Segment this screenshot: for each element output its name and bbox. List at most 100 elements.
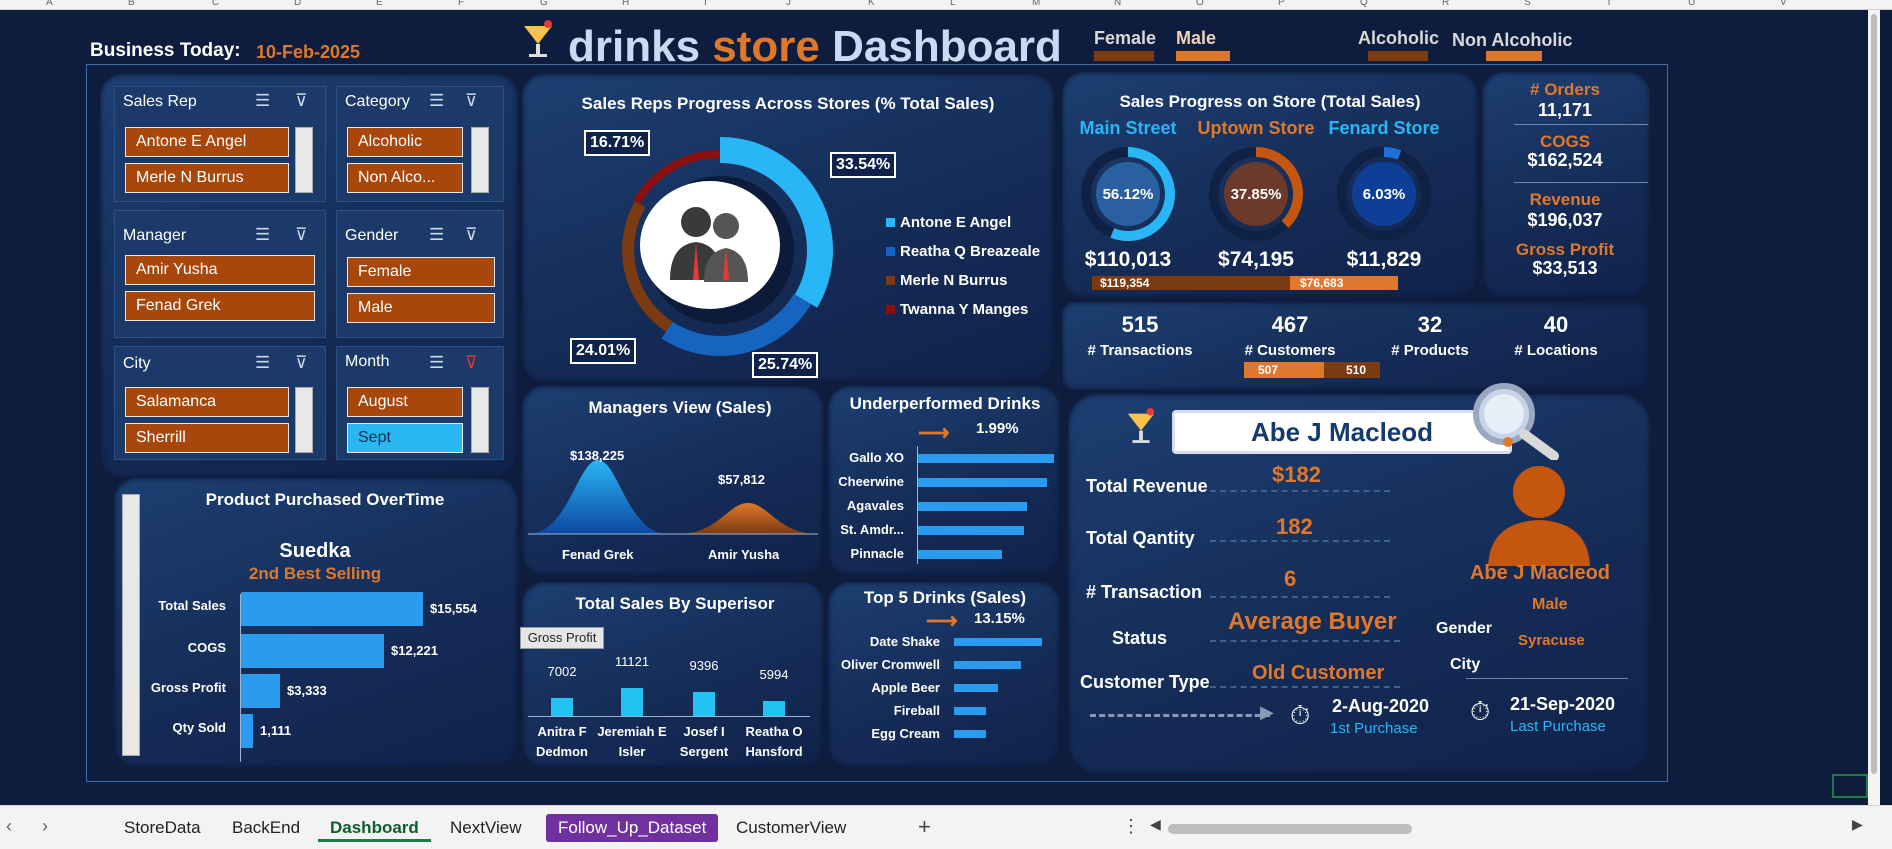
- slicer-gender[interactable]: Gender ☰ ⊽ Female Male: [336, 210, 504, 338]
- total-quantity-label: Total Qantity: [1086, 528, 1195, 548]
- slicer-category[interactable]: Category ☰ ⊽ Alcoholic Non Alco...: [336, 86, 504, 202]
- tab-storedata[interactable]: StoreData: [112, 814, 213, 842]
- legend-swatch: [886, 305, 895, 314]
- column-letter[interactable]: S: [1524, 0, 1531, 8]
- slicer-sales-rep[interactable]: Sales Rep ☰ ⊽ Antone E Angel Merle N Bur…: [114, 86, 326, 202]
- column-letter[interactable]: E: [376, 0, 383, 8]
- cogs-value: $162,524: [1527, 150, 1603, 170]
- slicer-item[interactable]: Merle N Burrus: [125, 163, 289, 193]
- store-pct: 6.03%: [1362, 186, 1406, 203]
- clear-filter-icon[interactable]: ⊽: [465, 353, 477, 373]
- slicer-item[interactable]: Male: [347, 293, 495, 323]
- slicer-item[interactable]: Fenad Grek: [125, 291, 315, 321]
- column-letter[interactable]: T: [1606, 0, 1612, 8]
- superior-title: Total Sales By Superisor: [575, 594, 775, 613]
- slicer-manager[interactable]: Manager ☰ ⊽ Amir Yusha Fenad Grek: [114, 210, 326, 338]
- store-value: $74,195: [1218, 248, 1294, 271]
- prev-sheet-icon[interactable]: ‹: [6, 816, 12, 837]
- legend-female: Female: [1094, 28, 1156, 64]
- scroll-thumb[interactable]: [1871, 14, 1877, 774]
- column-letter[interactable]: Q: [1360, 0, 1368, 8]
- column-letter[interactable]: G: [540, 0, 548, 8]
- column-letter[interactable]: B: [128, 0, 135, 8]
- column-letter[interactable]: F: [458, 0, 464, 8]
- multi-select-icon[interactable]: ☰: [255, 225, 270, 245]
- slicer-item[interactable]: Salamanca: [125, 387, 289, 417]
- top5-pct: 13.15%: [974, 610, 1025, 627]
- dashed-line: [1210, 686, 1400, 688]
- gross-profit-button[interactable]: Gross Profit: [520, 627, 604, 649]
- slicer-item-selected[interactable]: Sept: [347, 423, 463, 453]
- transactions-label: # Transactions: [1087, 342, 1193, 359]
- locations-label: # Locations: [1514, 342, 1598, 359]
- bar: [918, 526, 1025, 535]
- slicer-city[interactable]: City ☰ ⊽ Salamanca Sherrill: [114, 346, 326, 460]
- column-letter[interactable]: U: [1688, 0, 1695, 8]
- slicer-item[interactable]: August: [347, 387, 463, 417]
- column-letter[interactable]: I: [704, 0, 707, 8]
- store-bar-value: $76,683: [1300, 276, 1344, 290]
- slicer-month[interactable]: Month ☰ ⊽ August Sept: [336, 346, 504, 460]
- tab-customerview[interactable]: CustomerView: [724, 814, 858, 842]
- bar-value: $15,554: [430, 601, 477, 616]
- clear-filter-icon[interactable]: ⊽: [465, 225, 477, 245]
- tab-backend[interactable]: BackEnd: [220, 814, 312, 842]
- column-letter[interactable]: P: [1278, 0, 1285, 8]
- slicer-item[interactable]: Sherrill: [125, 423, 289, 453]
- column-letter[interactable]: V: [1780, 0, 1787, 8]
- customer-search-input[interactable]: Abe J Macleod: [1172, 410, 1512, 454]
- slicer-scrollbar[interactable]: [295, 387, 313, 453]
- multi-select-icon[interactable]: ☰: [255, 353, 270, 373]
- slicer-scrollbar[interactable]: [471, 127, 489, 193]
- column-letter[interactable]: R: [1442, 0, 1449, 8]
- city-label: City: [1450, 656, 1481, 673]
- slicer-item[interactable]: Female: [347, 257, 495, 287]
- tab-nextview[interactable]: NextView: [438, 814, 534, 842]
- tab-dashboard[interactable]: Dashboard: [318, 814, 431, 842]
- selected-cell[interactable]: [1832, 774, 1868, 798]
- column-letter[interactable]: O: [1196, 0, 1204, 8]
- slicer-scrollbar[interactable]: [295, 127, 313, 193]
- column-letter[interactable]: H: [622, 0, 629, 8]
- column-letter[interactable]: C: [212, 0, 219, 8]
- horizontal-scrollbar[interactable]: [1168, 824, 1412, 834]
- slicer-item[interactable]: Non Alco...: [347, 163, 463, 193]
- product-scrollbar[interactable]: [122, 494, 140, 756]
- scroll-right-icon[interactable]: ▶: [1852, 816, 1863, 833]
- column-letter[interactable]: J: [786, 0, 791, 8]
- bar-label: Hansford: [745, 744, 803, 759]
- multi-select-icon[interactable]: ☰: [429, 225, 444, 245]
- column-letter[interactable]: M: [1032, 0, 1040, 8]
- clear-filter-icon[interactable]: ⊽: [465, 91, 477, 111]
- scroll-left-icon[interactable]: ◀: [1150, 816, 1161, 833]
- vertical-scrollbar[interactable]: [1868, 10, 1880, 805]
- slicer-item[interactable]: Amir Yusha: [125, 255, 315, 285]
- donut-label: 25.74%: [752, 352, 819, 378]
- business-today-label: Business Today:: [90, 40, 241, 61]
- next-sheet-icon[interactable]: ›: [42, 816, 48, 837]
- bar: [241, 714, 253, 748]
- title-part-drinks: drinks: [568, 22, 701, 71]
- column-letter[interactable]: L: [950, 0, 956, 8]
- donut-label: 16.71%: [584, 130, 651, 156]
- tab-follow-up-dataset[interactable]: Follow_Up_Dataset: [546, 814, 719, 842]
- multi-select-icon[interactable]: ☰: [255, 91, 270, 111]
- clear-filter-icon[interactable]: ⊽: [295, 225, 307, 245]
- more-options-icon[interactable]: ⋮: [1122, 816, 1140, 837]
- add-sheet-icon[interactable]: +: [918, 814, 931, 840]
- column-letter[interactable]: D: [294, 0, 301, 8]
- search-magnifier-icon[interactable]: [1466, 380, 1562, 461]
- slicer-item[interactable]: Alcoholic: [347, 127, 463, 157]
- column-letter[interactable]: A: [46, 0, 53, 8]
- column-letter[interactable]: N: [1114, 0, 1121, 8]
- multi-select-icon[interactable]: ☰: [429, 353, 444, 373]
- bar: [918, 478, 1048, 487]
- slicer-title: Manager: [123, 227, 187, 244]
- slicer-item[interactable]: Antone E Angel: [125, 127, 289, 157]
- slicer-scrollbar[interactable]: [471, 387, 489, 453]
- clear-filter-icon[interactable]: ⊽: [295, 353, 307, 373]
- multi-select-icon[interactable]: ☰: [429, 91, 444, 111]
- clear-filter-icon[interactable]: ⊽: [295, 91, 307, 111]
- city-value: Syracuse: [1518, 632, 1585, 649]
- column-letter[interactable]: K: [868, 0, 875, 8]
